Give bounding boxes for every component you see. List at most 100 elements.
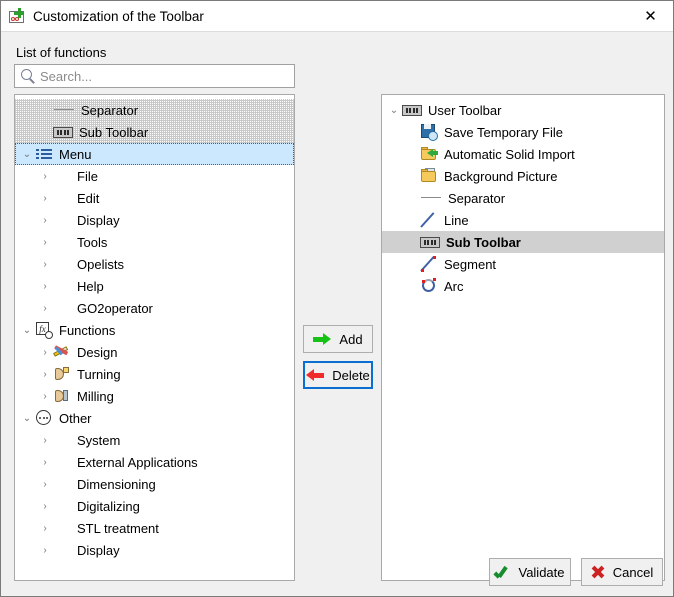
functions-tree-panel[interactable]: SeparatorSub Toolbar⌄Menu›File›Edit›Disp… [14, 94, 295, 581]
chevron-down-icon[interactable]: ⌄ [19, 143, 35, 165]
separator-icon [53, 101, 75, 119]
toolbar-customize-icon [9, 8, 25, 24]
function-tree-item-label: Functions [59, 324, 115, 337]
toolbar-item-row[interactable]: ⌄User Toolbar [382, 99, 664, 121]
function-tree-item-label: STL treatment [77, 522, 159, 535]
chevron-right-icon[interactable]: › [37, 495, 53, 517]
function-tree-item-label: Design [77, 346, 117, 359]
function-tree-item-label: Turning [77, 368, 121, 381]
chevron-right-icon[interactable]: › [37, 297, 53, 319]
function-tree-item-row[interactable]: Separator [15, 99, 294, 121]
function-tree-item-label: Separator [81, 104, 138, 117]
toolbar-item-row[interactable]: Line [382, 209, 664, 231]
chevron-right-icon[interactable]: › [37, 539, 53, 561]
function-tree-item-row[interactable]: ›Display [15, 209, 294, 231]
blank-icon [53, 475, 71, 493]
delete-button-label: Delete [332, 368, 370, 383]
chevron-right-icon[interactable]: › [37, 209, 53, 231]
function-tree-item-label: File [77, 170, 98, 183]
function-tree-item-row[interactable]: › STL treatment [15, 517, 294, 539]
other-icon [35, 409, 53, 427]
function-tree-item-label: Dimensioning [77, 478, 156, 491]
function-tree-item-row[interactable]: › Edit [15, 187, 294, 209]
toolbar-item-label: Automatic Solid Import [444, 148, 575, 161]
chevron-right-icon[interactable]: › [37, 231, 53, 253]
search-input[interactable]: Search... [14, 64, 295, 88]
expander-spacer [404, 275, 420, 297]
chevron-down-icon[interactable]: ⌄ [386, 99, 402, 121]
function-tree-item-row[interactable]: › File [15, 165, 294, 187]
background-picture-icon [420, 167, 438, 185]
chevron-down-icon[interactable]: ⌄ [19, 407, 35, 429]
validate-button-label: Validate [518, 565, 564, 580]
toolbar-item-row[interactable]: Automatic Solid Import [382, 143, 664, 165]
toolbar-item-label: Save Temporary File [444, 126, 563, 139]
function-tree-item-label: Menu [59, 148, 92, 161]
chevron-right-icon[interactable]: › [37, 165, 53, 187]
close-icon[interactable]: ✕ [628, 1, 673, 31]
function-tree-item-label: Digitalizing [77, 500, 140, 513]
toolbar-item-row[interactable]: Save Temporary File [382, 121, 664, 143]
chevron-right-icon[interactable]: › [37, 473, 53, 495]
function-tree-item-row[interactable]: ⌄ Menu [15, 143, 294, 165]
function-tree-item-row[interactable]: ›Opelists [15, 253, 294, 275]
expander-spacer [404, 231, 420, 253]
toolbar-item-row[interactable]: Arc [382, 275, 664, 297]
function-tree-item-row[interactable]: › Display [15, 539, 294, 561]
function-tree-item-row[interactable]: › Turning [15, 363, 294, 385]
function-tree-item-row[interactable]: ⌄Other [15, 407, 294, 429]
function-tree-item-label: Tools [77, 236, 107, 249]
function-tree-item-row[interactable]: › Tools [15, 231, 294, 253]
dialog-action-buttons: Validate Cancel [489, 558, 663, 586]
add-button[interactable]: Add [303, 325, 373, 353]
function-tree-item-label: Sub Toolbar [79, 126, 148, 139]
transfer-buttons: Add Delete [303, 325, 373, 389]
chevron-right-icon[interactable]: › [37, 341, 53, 363]
chevron-right-icon[interactable]: › [37, 517, 53, 539]
function-tree-item-row[interactable]: › Design [15, 341, 294, 363]
toolbar-item-row[interactable]: Segment [382, 253, 664, 275]
chevron-right-icon[interactable]: › [37, 385, 53, 407]
function-tree-item-row[interactable]: › Digitalizing [15, 495, 294, 517]
function-tree-item-label: Edit [77, 192, 99, 205]
chevron-right-icon[interactable]: › [37, 429, 53, 451]
user-toolbar-panel[interactable]: ⌄User Toolbar Save Temporary File Automati… [381, 94, 665, 581]
validate-button[interactable]: Validate [489, 558, 571, 586]
chevron-right-icon[interactable]: › [37, 275, 53, 297]
menu-icon [35, 145, 53, 163]
separator-icon [420, 189, 442, 207]
toolbar-item-row[interactable]: Background Picture [382, 165, 664, 187]
cancel-button[interactable]: Cancel [581, 558, 663, 586]
function-tree-item-label: GO2operator [77, 302, 153, 315]
segment-icon [420, 255, 438, 273]
customization-dialog: Customization of the Toolbar ✕ List of f… [0, 0, 674, 597]
function-tree-item-row[interactable]: ›Help [15, 275, 294, 297]
chevron-right-icon[interactable]: › [37, 253, 53, 275]
chevron-down-icon[interactable]: ⌄ [19, 319, 35, 341]
chevron-right-icon[interactable]: › [37, 187, 53, 209]
function-tree-item-row[interactable]: Sub Toolbar [15, 121, 294, 143]
toolbar-item-label: Separator [448, 192, 505, 205]
expander-spacer [404, 143, 420, 165]
function-tree-item-row[interactable]: › Dimensioning [15, 473, 294, 495]
function-tree-item-row[interactable]: ⌄fxFunctions [15, 319, 294, 341]
function-tree-item-label: Milling [77, 390, 114, 403]
toolbar-item-row[interactable]: Separator [382, 187, 664, 209]
toolbar-item-row[interactable]: Sub Toolbar [382, 231, 664, 253]
subtoolbar-icon [420, 237, 440, 248]
function-tree-item-row[interactable]: ›External Applications [15, 451, 294, 473]
chevron-right-icon[interactable]: › [37, 363, 53, 385]
expander-spacer [37, 121, 53, 143]
blank-icon [53, 211, 71, 229]
blank-icon [53, 541, 71, 559]
delete-button[interactable]: Delete [303, 361, 373, 389]
function-tree-item-row[interactable]: › Milling [15, 385, 294, 407]
list-of-functions-label: List of functions [16, 45, 106, 60]
chevron-right-icon[interactable]: › [37, 451, 53, 473]
function-tree-item-label: Display [77, 544, 120, 557]
window-title: Customization of the Toolbar [33, 9, 204, 24]
line-icon [420, 211, 438, 229]
function-tree-item-row[interactable]: ›System [15, 429, 294, 451]
function-tree-item-row[interactable]: › GO2operator [15, 297, 294, 319]
dialog-body: List of functions Search... Separator Sub… [1, 32, 673, 596]
